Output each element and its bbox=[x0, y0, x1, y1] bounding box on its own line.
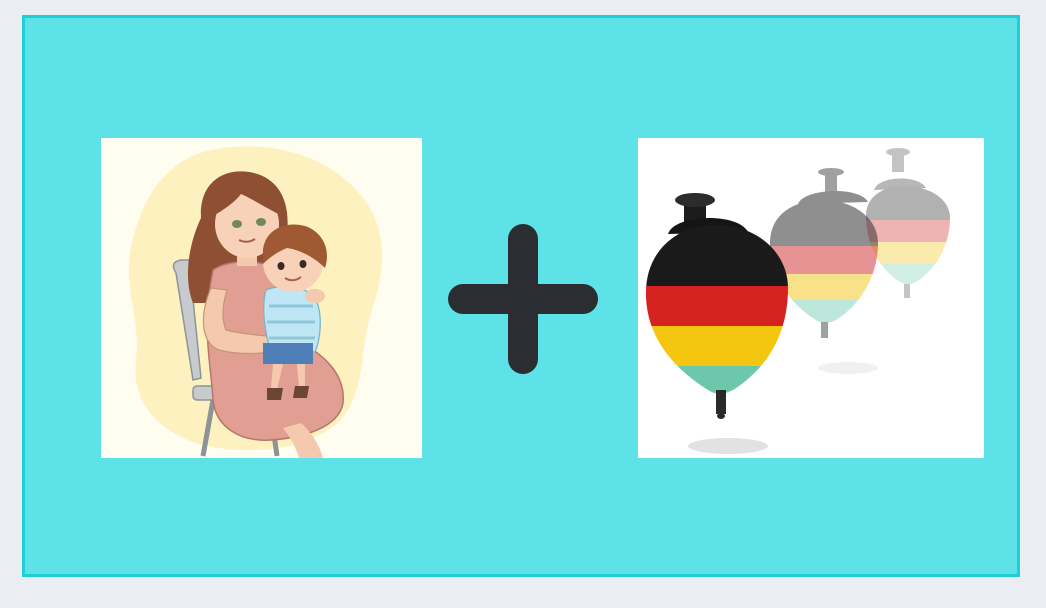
mother-child-card bbox=[101, 138, 422, 458]
spinning-tops-photo-icon bbox=[638, 138, 984, 458]
plus-icon bbox=[448, 224, 598, 374]
spinning-tops-card bbox=[638, 138, 984, 458]
mother-with-child-illustration-icon bbox=[101, 138, 422, 458]
